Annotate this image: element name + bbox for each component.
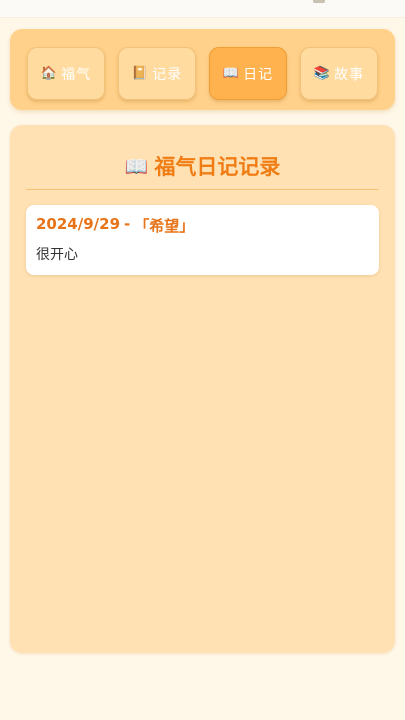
status-bar — [0, 0, 405, 18]
nav-button-jilu[interactable]: 📔 记录 — [118, 47, 196, 100]
nav-label-fuqi: 福气 — [61, 66, 92, 83]
diary-entry-content: 很开心 — [36, 247, 78, 263]
diary-entry-date: 2024/9/29 — [36, 215, 121, 233]
page-title-text: 福气日记记录 — [154, 155, 281, 179]
diary-entry-tag: 「希望」 — [134, 217, 195, 235]
open-book-icon: 📖 — [222, 66, 240, 81]
nav-button-fuqi[interactable]: 🏠 福气 — [27, 47, 105, 100]
diary-entry-card[interactable]: 2024/9/29 - 「希望」 很开心 — [26, 205, 379, 275]
page-title: 📖 福气日记记录 — [10, 151, 395, 181]
nav-label-riji: 日记 — [243, 66, 274, 83]
nav-label-gushi: 故事 — [334, 66, 365, 83]
house-icon: 🏠 — [40, 66, 58, 81]
status-indicator — [313, 0, 325, 3]
diary-entry-separator: - — [124, 215, 131, 233]
top-nav-bar: 🏠 福气 📔 记录 📖 日记 📚 故事 — [10, 29, 395, 110]
nav-button-riji[interactable]: 📖 日记 — [209, 47, 287, 100]
open-book-icon: 📖 — [124, 155, 149, 178]
nav-label-jilu: 记录 — [152, 66, 183, 83]
diary-entry-header: 2024/9/29 - 「希望」 — [36, 215, 369, 236]
title-divider — [26, 189, 379, 190]
diary-panel: 📖 福气日记记录 2024/9/29 - 「希望」 很开心 — [10, 125, 395, 653]
books-icon: 📚 — [313, 66, 331, 81]
nav-button-gushi[interactable]: 📚 故事 — [300, 47, 378, 100]
notebook-icon: 📔 — [131, 66, 149, 81]
